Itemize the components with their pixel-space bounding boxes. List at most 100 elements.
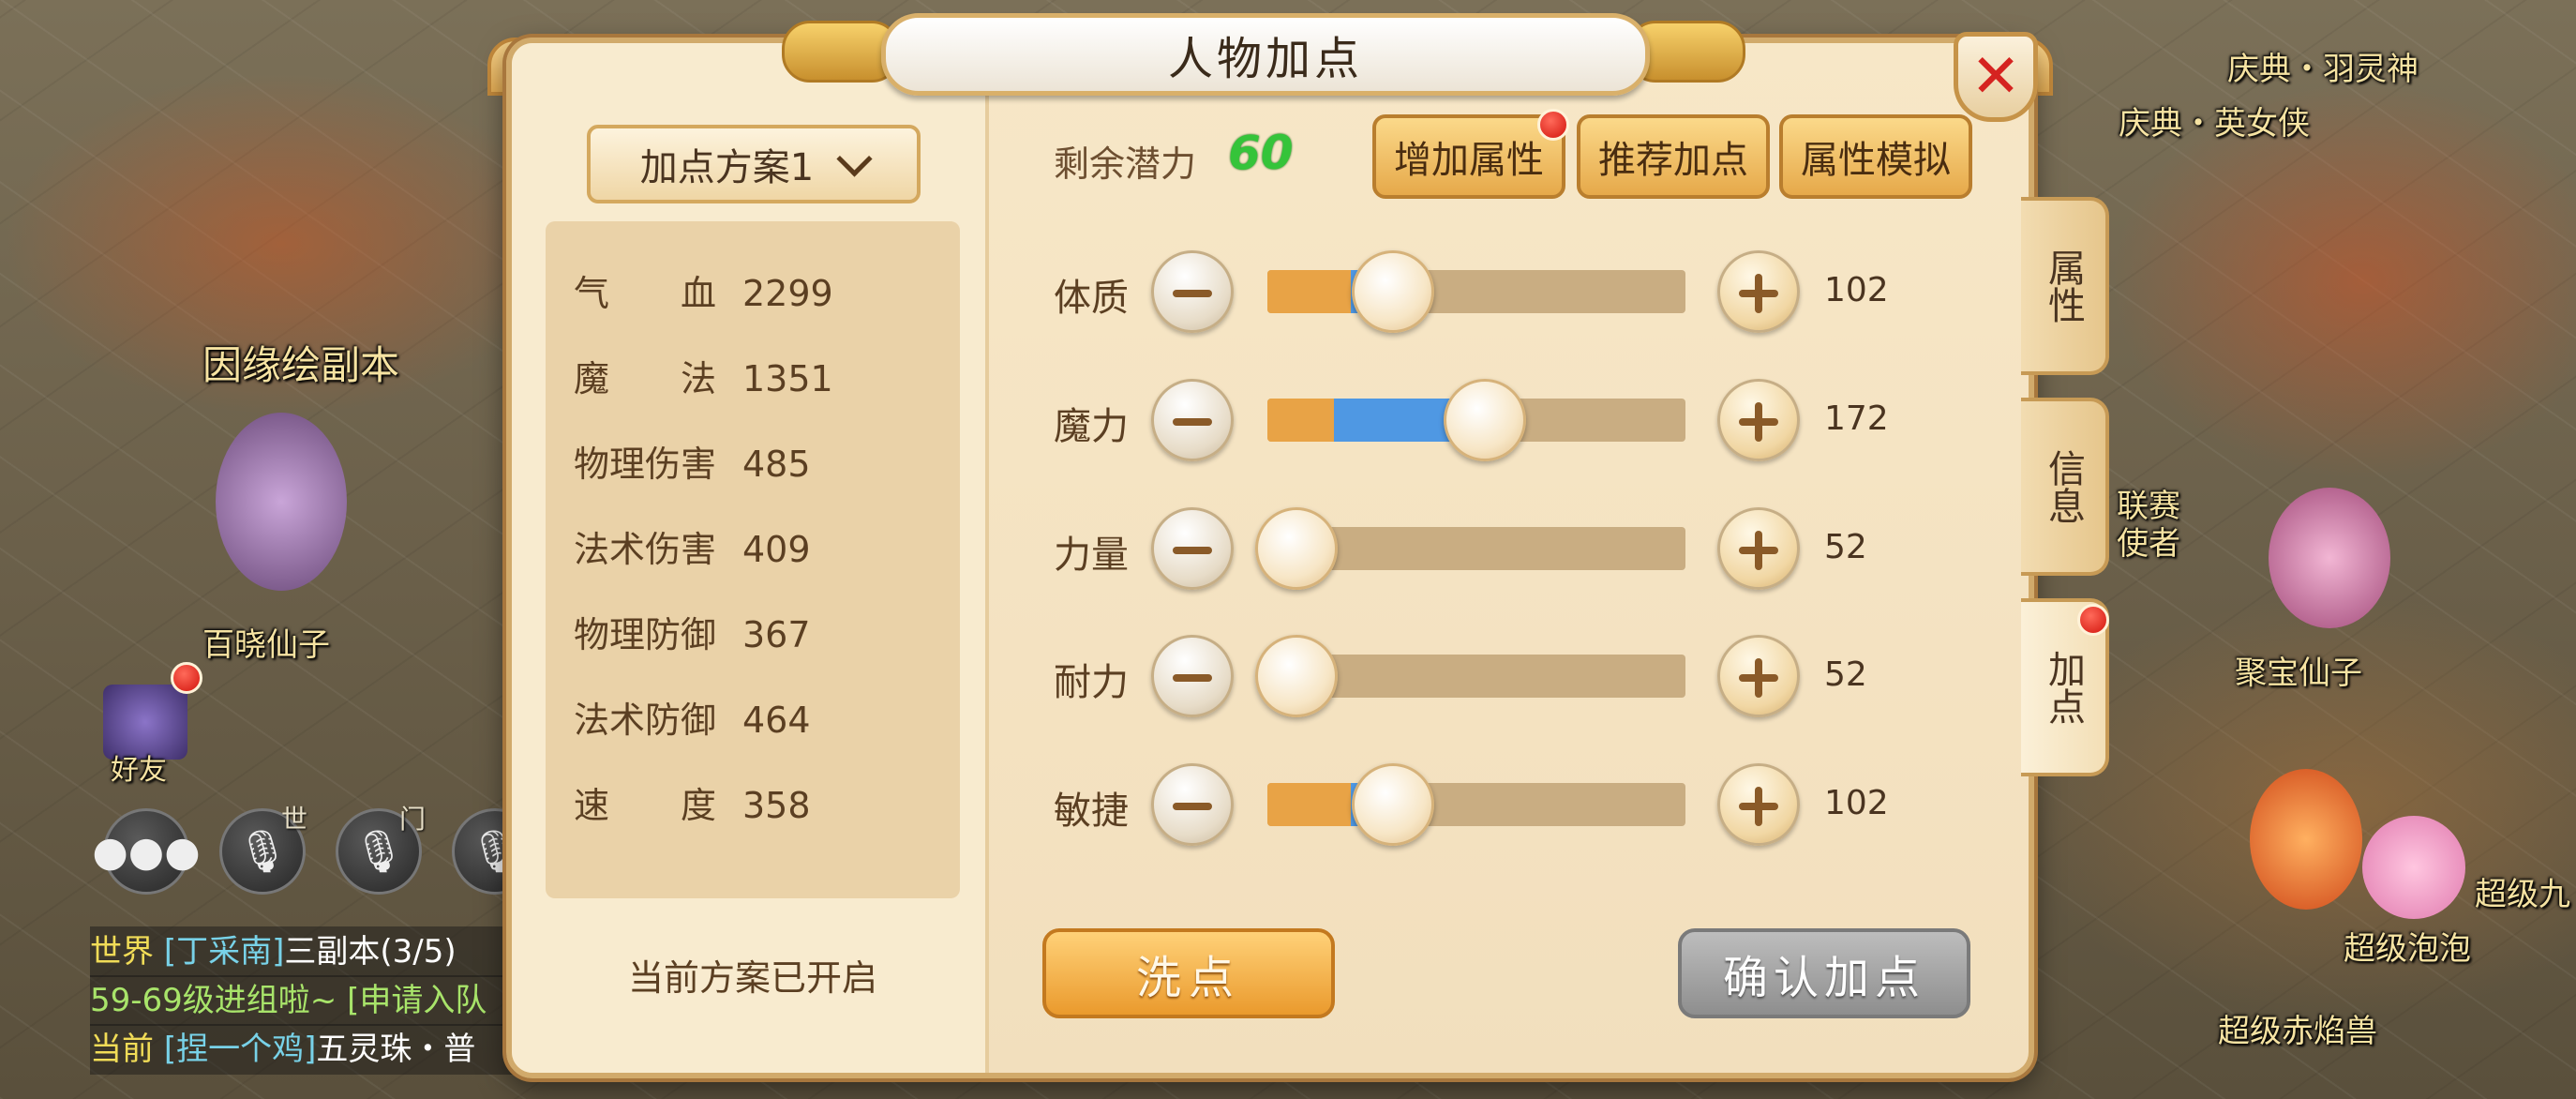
tab-info[interactable]: 信息 bbox=[2021, 398, 2109, 576]
npc-name-baixiao[interactable]: 百晓仙子 bbox=[202, 619, 330, 665]
decrease-button[interactable] bbox=[1151, 507, 1234, 590]
close-button[interactable]: ✕ bbox=[1954, 32, 2038, 122]
plan-select-dropdown[interactable]: 加点方案1 bbox=[587, 125, 921, 203]
recommend-points-label: 推荐加点 bbox=[1598, 139, 1748, 182]
recommend-points-button[interactable]: 推荐加点 bbox=[1577, 114, 1770, 199]
decrease-button[interactable] bbox=[1151, 379, 1234, 461]
stat-row: 物理防御 367 bbox=[574, 606, 811, 657]
minus-icon bbox=[1173, 290, 1212, 297]
minus-icon bbox=[1173, 418, 1212, 426]
confirm-points-button[interactable]: 确认加点 bbox=[1678, 928, 1970, 1018]
npc-name-yinyuan[interactable]: 因缘绘副本 bbox=[202, 334, 399, 391]
plus-icon-vertical bbox=[1755, 274, 1762, 313]
npc-name-chaoji-paopao[interactable]: 超级泡泡 bbox=[2344, 923, 2471, 969]
stat-row: 魔 法 1351 bbox=[574, 350, 833, 401]
slider-handle[interactable] bbox=[1443, 379, 1526, 461]
decrease-button[interactable] bbox=[1151, 250, 1234, 333]
attribute-value: 52 bbox=[1824, 528, 1867, 566]
attribute-value: 102 bbox=[1824, 784, 1889, 822]
plus-icon-vertical bbox=[1755, 787, 1762, 826]
slider-handle[interactable] bbox=[1351, 250, 1434, 333]
stat-row: 法术防御 464 bbox=[574, 691, 811, 743]
attribute-slider-track[interactable] bbox=[1267, 783, 1685, 826]
chat-message: 59-69级进组啦~ [申请入队 bbox=[90, 982, 487, 1019]
increase-button[interactable] bbox=[1717, 763, 1800, 846]
slider-handle[interactable] bbox=[1255, 635, 1339, 717]
decrease-button[interactable] bbox=[1151, 635, 1234, 717]
stat-value: 464 bbox=[742, 700, 811, 741]
chat-sender[interactable]: [捏一个鸡] bbox=[164, 1031, 317, 1068]
attribute-label: 魔力 bbox=[1054, 405, 1129, 448]
chat-channel: 当前 bbox=[90, 1031, 154, 1068]
npc-name-yuling[interactable]: 庆典・羽灵神 bbox=[2227, 43, 2419, 89]
plus-icon-vertical bbox=[1755, 658, 1762, 698]
chat-message: 三副本(3/5) bbox=[284, 933, 457, 971]
attribute-value: 102 bbox=[1824, 271, 1889, 309]
attribute-value: 52 bbox=[1824, 655, 1867, 694]
plus-icon-vertical bbox=[1755, 531, 1762, 570]
friend-notification-dot bbox=[171, 662, 202, 694]
remaining-potential-label: 剩余潜力 bbox=[1054, 143, 1197, 185]
stat-label: 物理防御 bbox=[574, 614, 717, 655]
stat-value: 358 bbox=[742, 785, 811, 826]
npc-name-chiyanshou[interactable]: 超级赤焰兽 bbox=[2218, 1005, 2377, 1051]
remaining-potential-value: 60 bbox=[1228, 126, 1294, 180]
stat-row: 物理伤害 485 bbox=[574, 435, 811, 487]
reset-points-button[interactable]: 洗点 bbox=[1042, 928, 1335, 1018]
stat-value: 409 bbox=[742, 529, 811, 570]
tab-attributes[interactable]: 属性 bbox=[2021, 197, 2109, 375]
slider-handle[interactable] bbox=[1351, 763, 1434, 846]
tab-add-points-notification-dot bbox=[2077, 604, 2109, 636]
decrease-button[interactable] bbox=[1151, 763, 1234, 846]
stat-label: 气 血 bbox=[574, 273, 717, 314]
attribute-slider-track[interactable] bbox=[1267, 270, 1685, 313]
chevron-down-icon bbox=[836, 140, 873, 177]
npc-sprite-right bbox=[2269, 488, 2390, 628]
npc-name-chaoji-jiu[interactable]: 超级九 bbox=[2475, 868, 2570, 914]
npc-name-shizhe[interactable]: 使者 bbox=[2117, 518, 2180, 564]
npc-name-jubao[interactable]: 聚宝仙子 bbox=[2235, 647, 2362, 693]
tab-add-points-label: 加点 bbox=[2042, 650, 2085, 725]
npc-name-yingnvxia[interactable]: 庆典・英女侠 bbox=[2119, 98, 2310, 143]
friend-label: 好友 bbox=[111, 754, 167, 787]
add-attribute-label: 增加属性 bbox=[1394, 139, 1544, 182]
minus-icon bbox=[1173, 547, 1212, 554]
chat-bubble-icon: ●●● bbox=[92, 827, 201, 876]
increase-button[interactable] bbox=[1717, 379, 1800, 461]
reset-points-label: 洗点 bbox=[1135, 952, 1241, 1004]
stat-row: 法术伤害 409 bbox=[574, 520, 811, 572]
plus-icon-vertical bbox=[1755, 402, 1762, 442]
plan-select-label: 加点方案1 bbox=[639, 146, 815, 189]
increase-button[interactable] bbox=[1717, 507, 1800, 590]
simulate-attribute-button[interactable]: 属性模拟 bbox=[1779, 114, 1972, 199]
stat-row: 速 度 358 bbox=[574, 776, 811, 828]
stat-value: 367 bbox=[742, 614, 811, 655]
chat-bubble-button[interactable]: ●●● bbox=[92, 808, 201, 895]
stat-label: 法术防御 bbox=[574, 700, 717, 741]
increase-button[interactable] bbox=[1717, 635, 1800, 717]
attribute-label: 耐力 bbox=[1054, 661, 1129, 704]
stat-value: 2299 bbox=[742, 273, 833, 314]
close-icon: ✕ bbox=[1970, 42, 2021, 112]
base-fill bbox=[1267, 399, 1335, 442]
simulate-attribute-label: 属性模拟 bbox=[1801, 139, 1951, 182]
chat-sender[interactable]: [丁采南] bbox=[164, 933, 285, 971]
increase-button[interactable] bbox=[1717, 250, 1800, 333]
stat-value: 485 bbox=[742, 444, 811, 485]
npc-sprite-beast bbox=[2250, 769, 2362, 910]
stat-label: 法术伤害 bbox=[574, 529, 717, 570]
attribute-value: 172 bbox=[1824, 399, 1889, 438]
stat-label: 速 度 bbox=[574, 785, 717, 826]
base-fill bbox=[1267, 783, 1352, 826]
confirm-points-label: 确认加点 bbox=[1722, 952, 1925, 1004]
npc-sprite-pet bbox=[2362, 816, 2465, 919]
attribute-label: 敏捷 bbox=[1054, 790, 1129, 833]
slider-handle[interactable] bbox=[1255, 507, 1339, 590]
add-attribute-notification-dot bbox=[1537, 109, 1569, 141]
add-attribute-button[interactable]: 增加属性 bbox=[1372, 114, 1565, 199]
npc-sprite-left bbox=[216, 413, 347, 591]
minus-icon bbox=[1173, 803, 1212, 810]
plan-status-text: 当前方案已开启 bbox=[627, 957, 877, 999]
base-fill bbox=[1267, 270, 1352, 313]
stat-row: 气 血 2299 bbox=[574, 264, 833, 316]
